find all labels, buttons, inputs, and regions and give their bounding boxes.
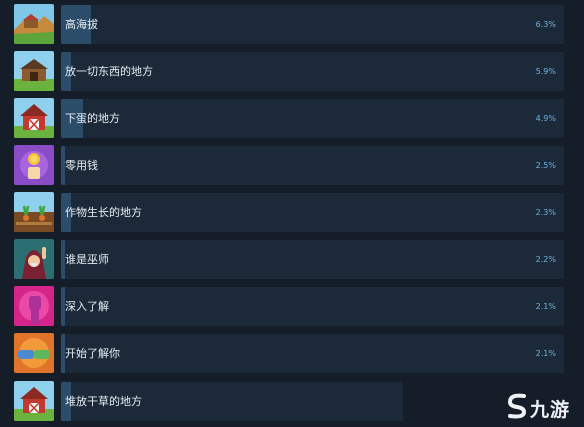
achievement-row[interactable]: 谁是巫师 2.2%	[0, 236, 584, 283]
coin-hand-icon	[14, 145, 54, 185]
unlock-percent: 6.3%	[535, 20, 556, 29]
watermark-text: 九游	[529, 398, 570, 421]
achievement-row[interactable]: 放一切东西的地方 5.9%	[0, 48, 584, 95]
ranch-hilltop-icon	[14, 4, 54, 44]
achievement-title: 深入了解	[65, 300, 109, 313]
progress-bar: 下蛋的地方 4.9%	[61, 99, 564, 138]
unlock-percent: 2.1%	[535, 302, 556, 311]
progress-bar: 堆放干草的地方	[61, 382, 403, 421]
achievement-row[interactable]: 开始了解你 2.1%	[0, 330, 584, 377]
achievement-title: 开始了解你	[65, 347, 120, 360]
progress-bar: 高海拔 6.3%	[61, 5, 564, 44]
achievement-title: 作物生长的地方	[65, 206, 142, 219]
achievement-row[interactable]: 下蛋的地方 4.9%	[0, 95, 584, 142]
progress-bar: 开始了解你 2.1%	[61, 334, 564, 373]
watermark-s-icon	[504, 392, 530, 424]
progress-bar: 放一切东西的地方 5.9%	[61, 52, 564, 91]
fist-icon	[14, 286, 54, 326]
unlock-percent: 2.5%	[535, 161, 556, 170]
achievement-title: 放一切东西的地方	[65, 65, 153, 78]
shed-icon	[14, 51, 54, 91]
achievement-row[interactable]: 深入了解 2.1%	[0, 283, 584, 330]
achievement-title: 谁是巫师	[65, 253, 109, 266]
crop-field-icon	[14, 192, 54, 232]
wizard-icon	[14, 239, 54, 279]
achievement-row[interactable]: 作物生长的地方 2.3%	[0, 189, 584, 236]
progress-bar: 深入了解 2.1%	[61, 287, 564, 326]
watermark-logo: 九游	[504, 393, 570, 423]
progress-bar: 作物生长的地方 2.3%	[61, 193, 564, 232]
handshake-icon	[14, 333, 54, 373]
unlock-percent: 2.3%	[535, 208, 556, 217]
barn-icon	[14, 381, 54, 421]
achievement-row[interactable]: 堆放干草的地方	[0, 378, 584, 425]
achievement-title: 高海拔	[65, 18, 98, 31]
achievement-title: 堆放干草的地方	[65, 395, 142, 408]
unlock-percent: 5.9%	[535, 67, 556, 76]
progress-bar: 谁是巫师 2.2%	[61, 240, 564, 279]
unlock-percent: 4.9%	[535, 114, 556, 123]
achievement-title: 零用钱	[65, 159, 98, 172]
unlock-percent: 2.2%	[535, 255, 556, 264]
achievement-row[interactable]: 零用钱 2.5%	[0, 142, 584, 189]
achievement-list: 高海拔 6.3% 放一切东西的地方 5.9% 下蛋的地方 4.9% 零用钱 2.…	[0, 0, 584, 427]
coop-icon	[14, 98, 54, 138]
unlock-percent: 2.1%	[535, 349, 556, 358]
progress-bar: 零用钱 2.5%	[61, 146, 564, 185]
achievement-row[interactable]: 高海拔 6.3%	[0, 1, 584, 48]
achievement-title: 下蛋的地方	[65, 112, 120, 125]
